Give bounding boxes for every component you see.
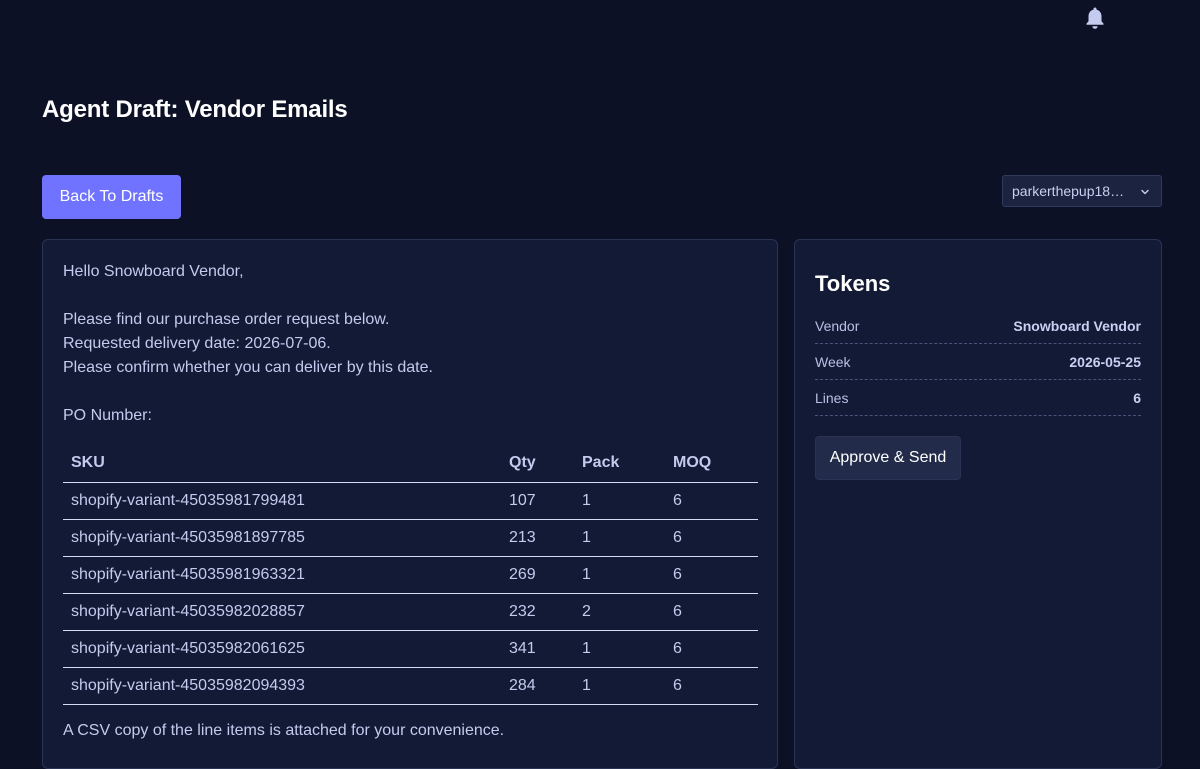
cell-qty: 107 xyxy=(501,482,574,520)
po-line-items-table: SKU Qty Pack MOQ shopify-variant-4503598… xyxy=(63,445,758,705)
cell-qty: 341 xyxy=(501,630,574,668)
token-key: Lines xyxy=(815,389,849,406)
cell-moq: 6 xyxy=(665,667,758,705)
token-row-lines: Lines 6 xyxy=(815,380,1141,416)
token-value: 6 xyxy=(1133,389,1141,406)
table-header-row: SKU Qty Pack MOQ xyxy=(63,445,758,483)
cell-sku: shopify-variant-45035981963321 xyxy=(63,556,501,594)
cell-pack: 1 xyxy=(574,482,665,520)
cell-qty: 269 xyxy=(501,556,574,594)
token-row-vendor: Vendor Snowboard Vendor xyxy=(815,308,1141,344)
table-row: shopify-variant-45035982094393 284 1 6 xyxy=(63,667,758,705)
cell-qty: 213 xyxy=(501,519,574,557)
tokens-panel: Tokens Vendor Snowboard Vendor Week 2026… xyxy=(794,239,1162,769)
cell-qty: 284 xyxy=(501,667,574,705)
column-header-moq: MOQ xyxy=(665,445,758,483)
cell-qty: 232 xyxy=(501,593,574,631)
email-preview-panel: Hello Snowboard Vendor, Please find our … xyxy=(42,239,778,769)
cell-pack: 1 xyxy=(574,630,665,668)
cell-moq: 6 xyxy=(665,556,758,594)
email-line: Please confirm whether you can deliver b… xyxy=(63,359,433,376)
cell-sku: shopify-variant-45035981897785 xyxy=(63,519,501,557)
top-bar xyxy=(0,0,1200,40)
column-header-qty: Qty xyxy=(501,445,574,483)
column-header-pack: Pack xyxy=(574,445,665,483)
token-value: 2026-05-25 xyxy=(1069,353,1141,370)
table-row: shopify-variant-45035981963321 269 1 6 xyxy=(63,556,758,594)
chevron-down-icon xyxy=(1139,185,1151,197)
bell-icon[interactable] xyxy=(1084,6,1106,30)
po-number-label: PO Number: xyxy=(63,407,152,424)
table-row: shopify-variant-45035981799481 107 1 6 xyxy=(63,482,758,520)
cell-moq: 6 xyxy=(665,630,758,668)
page-title: Agent Draft: Vendor Emails xyxy=(42,96,348,123)
token-value: Snowboard Vendor xyxy=(1013,317,1141,334)
cell-moq: 6 xyxy=(665,482,758,520)
column-header-sku: SKU xyxy=(63,445,501,483)
token-key: Vendor xyxy=(815,317,860,334)
table-row: shopify-variant-45035982028857 232 2 6 xyxy=(63,593,758,631)
approve-and-send-button[interactable]: Approve & Send xyxy=(815,436,961,480)
account-select-value: parkerthepup18… xyxy=(1012,183,1125,199)
email-line: Please find our purchase order request b… xyxy=(63,311,390,328)
account-select[interactable]: parkerthepup18… xyxy=(1002,175,1162,207)
cell-moq: 6 xyxy=(665,519,758,557)
cell-pack: 2 xyxy=(574,593,665,631)
cell-sku: shopify-variant-45035981799481 xyxy=(63,482,501,520)
cell-sku: shopify-variant-45035982094393 xyxy=(63,667,501,705)
cell-moq: 6 xyxy=(665,593,758,631)
tokens-title: Tokens xyxy=(815,271,891,296)
email-closing: A CSV copy of the line items is attached… xyxy=(63,722,505,739)
token-key: Week xyxy=(815,353,851,370)
cell-sku: shopify-variant-45035982061625 xyxy=(63,630,501,668)
email-body: Hello Snowboard Vendor, Please find our … xyxy=(63,260,759,428)
token-row-week: Week 2026-05-25 xyxy=(815,344,1141,380)
cell-pack: 1 xyxy=(574,556,665,594)
email-greeting: Hello Snowboard Vendor, xyxy=(63,263,244,280)
cell-pack: 1 xyxy=(574,667,665,705)
email-line: Requested delivery date: 2026-07-06. xyxy=(63,335,331,352)
table-row: shopify-variant-45035981897785 213 1 6 xyxy=(63,519,758,557)
table-row: shopify-variant-45035982061625 341 1 6 xyxy=(63,630,758,668)
cell-sku: shopify-variant-45035982028857 xyxy=(63,593,501,631)
back-to-drafts-button[interactable]: Back To Drafts xyxy=(42,175,181,219)
cell-pack: 1 xyxy=(574,519,665,557)
